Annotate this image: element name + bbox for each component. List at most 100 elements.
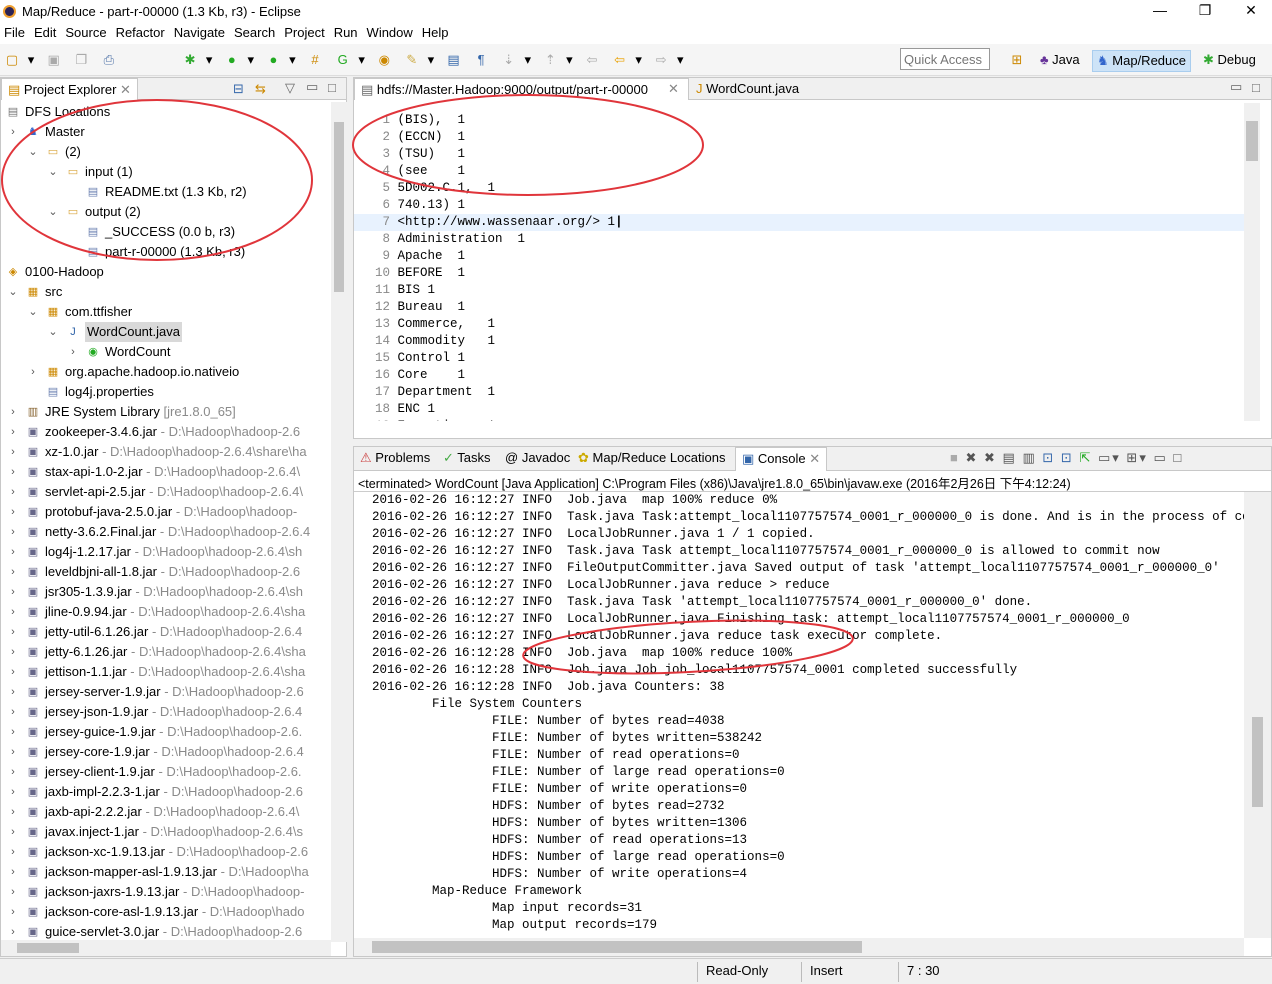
- tree-item[interactable]: ⌄▤DFS Locations: [1, 102, 331, 122]
- tab-problems[interactable]: ⚠ Problems: [354, 447, 436, 469]
- link-editor-icon[interactable]: ⇆: [255, 81, 266, 97]
- new-dropdown-icon[interactable]: ▾: [27, 52, 35, 68]
- maximize-view-icon[interactable]: □: [1173, 450, 1183, 465]
- new-class-dropdown-icon[interactable]: ▾: [358, 52, 366, 68]
- back-icon[interactable]: ⇦: [611, 52, 629, 68]
- open-perspective-icon[interactable]: ⊞: [1008, 52, 1026, 68]
- chevron-right-icon[interactable]: ›: [7, 842, 19, 862]
- chevron-right-icon[interactable]: ›: [7, 642, 19, 662]
- external-dropdown-icon[interactable]: ▾: [288, 52, 296, 68]
- tab-javadoc[interactable]: @ Javadoc: [499, 447, 576, 469]
- tree-item[interactable]: ⌄ ▦ src: [1, 282, 331, 302]
- remove-all-launches-icon[interactable]: ✖: [984, 450, 997, 465]
- search-tool-icon[interactable]: ✎: [403, 52, 421, 68]
- close-icon[interactable]: ✕: [809, 451, 820, 466]
- tree-item[interactable]: › ▣ jaxb-api-2.2.2.jar - D:\Hadoop\hadoop-…: [1, 802, 331, 822]
- console-output[interactable]: 2016-02-26 16:12:27 INFO Job.java map 10…: [354, 492, 1244, 938]
- tree-item[interactable]: › ▣ jetty-6.1.26.jar - D:\Hadoop\hadoop-2.…: [1, 642, 331, 662]
- chevron-right-icon[interactable]: ›: [7, 762, 19, 782]
- tree-item[interactable]: › ▣ jackson-jaxrs-1.9.13.jar - D:\Hadoop\h…: [1, 882, 331, 902]
- forward-dropdown-icon[interactable]: ▾: [676, 52, 684, 68]
- new-package-icon[interactable]: #: [306, 52, 324, 68]
- tree-item[interactable]: ⌄ J WordCount.java: [1, 322, 331, 342]
- chevron-right-icon[interactable]: ›: [7, 402, 19, 422]
- clear-console-icon[interactable]: ▤: [1003, 450, 1017, 465]
- tree-item[interactable]: › ▣ javax.inject-1.jar - D:\Hadoop\hadoop-…: [1, 822, 331, 842]
- new-icon[interactable]: ▢: [3, 52, 21, 68]
- external-tools-icon[interactable]: ●: [264, 52, 282, 68]
- explorer-horizontal-scrollbar[interactable]: [1, 940, 331, 956]
- tree-item[interactable]: ⌄ ▭ input (1): [1, 162, 331, 182]
- tab-project-explorer[interactable]: ▤ Project Explorer ✕: [1, 78, 138, 100]
- chevron-down-icon[interactable]: ⌄: [47, 322, 59, 342]
- menu-source[interactable]: Source: [61, 24, 111, 40]
- tree-item[interactable]: › ▥ JRE System Library [jre1.8.0_65]: [1, 402, 331, 422]
- chevron-right-icon[interactable]: ›: [7, 882, 19, 902]
- chevron-right-icon[interactable]: ›: [7, 462, 19, 482]
- tree-item[interactable]: ▤ part-r-00000 (1.3 Kb, r3): [1, 242, 331, 262]
- tree-item[interactable]: › ♞ Master: [1, 122, 331, 142]
- minimize-view-icon[interactable]: ▭: [306, 79, 318, 95]
- chevron-right-icon[interactable]: ›: [7, 542, 19, 562]
- menu-search[interactable]: Search: [230, 24, 280, 40]
- chevron-right-icon[interactable]: ›: [7, 582, 19, 602]
- run-dropdown-icon[interactable]: ▾: [247, 52, 255, 68]
- chevron-right-icon[interactable]: ›: [7, 782, 19, 802]
- console-vertical-scrollbar[interactable]: [1244, 492, 1271, 938]
- chevron-right-icon[interactable]: ›: [27, 362, 39, 382]
- chevron-right-icon[interactable]: ›: [7, 922, 19, 942]
- chevron-right-icon[interactable]: ›: [7, 122, 19, 142]
- chevron-right-icon[interactable]: ›: [7, 702, 19, 722]
- next-annotation-dropdown-icon[interactable]: ▾: [524, 52, 532, 68]
- chevron-right-icon[interactable]: ›: [7, 802, 19, 822]
- tree-item[interactable]: › ▣ jersey-server-1.9.jar - D:\Hadoop\hado…: [1, 682, 331, 702]
- menu-run[interactable]: Run: [330, 24, 363, 40]
- tree-item[interactable]: › ▣ jline-0.9.94.jar - D:\Hadoop\hadoop-2.…: [1, 602, 331, 622]
- prev-annotation-icon[interactable]: ⇡: [541, 52, 559, 68]
- chevron-right-icon[interactable]: ›: [7, 422, 19, 442]
- chevron-right-icon[interactable]: ›: [7, 862, 19, 882]
- chevron-right-icon[interactable]: ›: [7, 742, 19, 762]
- view-menu-icon[interactable]: ▽: [285, 80, 295, 96]
- tree-item[interactable]: › ▣ leveldbjni-all-1.8.jar - D:\Hadoop\had…: [1, 562, 331, 582]
- tree-item[interactable]: › ▣ servlet-api-2.5.jar - D:\Hadoop\hadoop…: [1, 482, 331, 502]
- menu-file[interactable]: File: [0, 24, 30, 40]
- menu-help[interactable]: Help: [418, 24, 454, 40]
- new-class-icon[interactable]: G: [334, 52, 352, 68]
- tree-item[interactable]: › ▣ zookeeper-3.4.6.jar - D:\Hadoop\hadoop…: [1, 422, 331, 442]
- perspective-debug[interactable]: ✱ Debug: [1199, 50, 1260, 72]
- menu-refactor[interactable]: Refactor: [112, 24, 170, 40]
- chevron-down-icon[interactable]: ⌄: [47, 162, 59, 182]
- tree-item[interactable]: ⌄ ▭ (2): [1, 142, 331, 162]
- close-button[interactable]: ✕: [1236, 2, 1266, 22]
- tree-item[interactable]: › ▣ protobuf-java-2.5.0.jar - D:\Hadoop\ha…: [1, 502, 331, 522]
- tree-item[interactable]: ▤ log4j.properties: [1, 382, 331, 402]
- minimize-view-icon[interactable]: ▭: [1230, 79, 1242, 95]
- new-console-icon[interactable]: ⊞▾: [1126, 450, 1147, 465]
- terminate-icon[interactable]: ■: [950, 450, 960, 465]
- tree-item[interactable]: › ▣ jettison-1.1.jar - D:\Hadoop\hadoop-2.…: [1, 662, 331, 682]
- tree-item[interactable]: › ▣ log4j-1.2.17.jar - D:\Hadoop\hadoop-2.…: [1, 542, 331, 562]
- tree-item[interactable]: › ◉ WordCount: [1, 342, 331, 362]
- chevron-right-icon[interactable]: ›: [7, 502, 19, 522]
- menu-window[interactable]: Window: [363, 24, 418, 40]
- minimize-button[interactable]: —: [1145, 2, 1175, 22]
- console-horizontal-scrollbar[interactable]: [354, 938, 1244, 956]
- chevron-right-icon[interactable]: ›: [7, 902, 19, 922]
- maximize-button[interactable]: ❐: [1190, 2, 1220, 22]
- debug-icon[interactable]: ✱: [181, 52, 199, 68]
- save-icon[interactable]: ▣: [45, 52, 63, 68]
- tree-item[interactable]: › ▣ jetty-util-6.1.26.jar - D:\Hadoop\hado…: [1, 622, 331, 642]
- tab-tasks[interactable]: ✓ Tasks: [437, 447, 497, 469]
- open-type-icon[interactable]: ◉: [375, 52, 393, 68]
- chevron-right-icon[interactable]: ›: [7, 602, 19, 622]
- collapse-all-icon[interactable]: ⊟: [233, 81, 244, 97]
- tab-mapreduce-locations[interactable]: ✿ Map/Reduce Locations: [572, 447, 732, 469]
- chevron-right-icon[interactable]: ›: [67, 342, 79, 362]
- chevron-right-icon[interactable]: ›: [7, 662, 19, 682]
- next-annotation-icon[interactable]: ⇣: [500, 52, 518, 68]
- display-console-icon[interactable]: ▭▾: [1098, 450, 1121, 465]
- word-wrap-icon[interactable]: ⊡: [1042, 450, 1055, 465]
- search-dropdown-icon[interactable]: ▾: [427, 52, 435, 68]
- tree-item[interactable]: › ▦ org.apache.hadoop.io.nativeio: [1, 362, 331, 382]
